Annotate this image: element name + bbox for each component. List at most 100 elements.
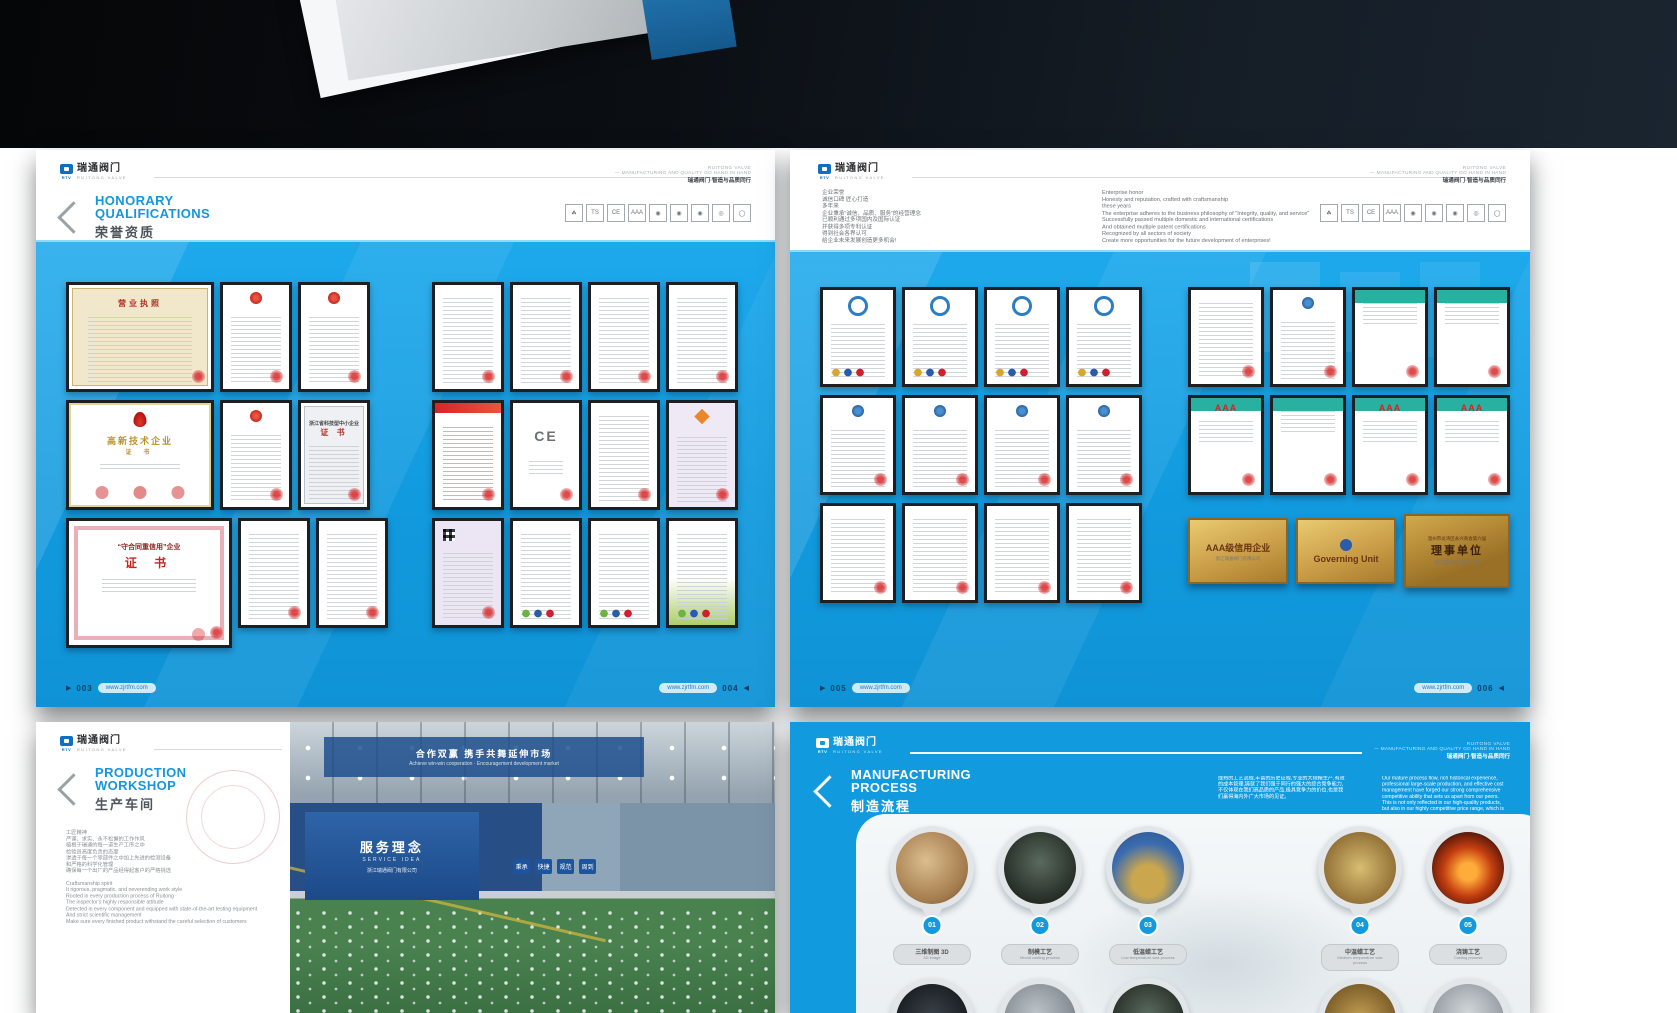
certificate	[984, 503, 1060, 603]
certificate-text-lines	[231, 432, 281, 502]
page-title: PRODUCTION WORKSHOP 生产车间	[62, 766, 186, 813]
chevron-left-icon	[57, 773, 90, 806]
process-photo-frame: 05	[1426, 826, 1510, 910]
gold-plaque: 温州市龙湾区永兴商会第六届 理事单位 浙江瑞通阀门有限公司	[1404, 514, 1510, 588]
craftsmanship-text-en: Craftsmanship spiritIt rigorous, pragmat…	[66, 881, 257, 926]
certificate	[588, 518, 660, 628]
arrow-right-icon: ▶	[66, 684, 71, 692]
service-idea-booth: 服务理念 SERVICE IDEA 浙江瑞通阀门有限公司	[305, 812, 480, 899]
header-rule	[154, 749, 282, 750]
certificate-text-lines	[1363, 300, 1416, 326]
step-caption: 三维制图 3D 3D image	[893, 944, 971, 965]
certificate	[902, 503, 978, 603]
step-caption: 中温蜡工艺 Medium temperature wax process	[1321, 944, 1399, 971]
process-step: 01 三维制图 3D 3D image	[890, 826, 974, 971]
certificate-text-lines	[443, 424, 493, 502]
certification-icon: ◎	[712, 204, 730, 222]
certificate-text-lines	[1077, 427, 1130, 487]
certificate	[510, 282, 582, 392]
brand-logo-icon: RTV	[60, 736, 73, 752]
certificate	[298, 282, 370, 392]
certificate-grid-left: 营业执照	[66, 282, 388, 648]
page-title: MANUFACTURING PROCESS 制造流程	[818, 768, 971, 815]
certificate-text-lines	[677, 531, 727, 620]
process-photo	[1324, 984, 1396, 1013]
certificate: 高新技术企业 证 书	[66, 400, 214, 510]
brand-name-cn: 瑞通阀门	[77, 164, 127, 174]
process-intro-en: Our mature process flow, rich historical…	[1382, 776, 1508, 812]
certificate	[220, 282, 292, 392]
certificate	[984, 287, 1060, 387]
certificate-text-lines	[1281, 319, 1334, 379]
certification-icon: ☘	[565, 204, 583, 222]
certificate-text-lines	[1445, 418, 1498, 444]
process-photo	[1004, 984, 1076, 1013]
process-step: 02 制模工艺 Mould casting process	[998, 826, 1082, 971]
certificate-grid-left	[820, 287, 1142, 603]
page-number: 005	[830, 684, 846, 693]
process-photo-frame	[1426, 978, 1510, 1013]
website-url: www.zjrtfm.com	[1414, 683, 1472, 693]
certificate-wall: AAA AAA	[790, 250, 1530, 707]
certificate	[820, 287, 896, 387]
enterprise-honor-intro-en: Enterprise honorHonesty and reputation, …	[1102, 190, 1309, 244]
step-number-badge: 03	[1138, 915, 1159, 936]
step-caption: 制模工艺 Mould casting process	[1001, 944, 1079, 965]
certificate-wall: 营业执照	[36, 240, 775, 707]
certificate	[1434, 287, 1510, 387]
workshop-banner: 合作双赢 携手共舞延伸市场 Achieve win-win cooperatio…	[324, 737, 644, 778]
process-photo	[896, 984, 968, 1013]
process-step	[998, 978, 1082, 1013]
certificate	[1066, 503, 1142, 603]
certificate-text-lines	[521, 531, 571, 620]
certificate-text-lines	[309, 443, 359, 502]
certificate	[902, 287, 978, 387]
company-name: 浙江瑞通阀门有限公司	[367, 867, 417, 874]
certificate-text-lines	[913, 427, 966, 487]
certificate	[666, 282, 738, 392]
certification-icon: ◯	[1488, 204, 1506, 222]
certification-icon: ◉	[670, 204, 688, 222]
process-photo	[1432, 984, 1504, 1013]
certificate-text-lines	[102, 576, 196, 592]
certificate-text-lines	[100, 461, 180, 471]
certification-icon: ◎	[1467, 204, 1485, 222]
certification-icon: TS	[586, 204, 604, 222]
certificate: 浙江省科技型中小企业 证 书	[298, 400, 370, 510]
page-footer-left: ▶ 005 www.zjrtfm.com	[820, 683, 910, 693]
certification-icon: ◉	[649, 204, 667, 222]
website-url: www.zjrtfm.com	[852, 683, 910, 693]
certificate	[220, 400, 292, 510]
process-step: 05 浇铸工艺 Casting process	[1426, 826, 1510, 971]
process-step: 03 低温蜡工艺 Low temperature wax process	[1106, 826, 1190, 971]
certification-icon: ◉	[1404, 204, 1422, 222]
certificate	[238, 518, 310, 628]
certificate-text-lines	[995, 321, 1048, 379]
certificate-text-lines	[88, 314, 193, 384]
certificate	[588, 400, 660, 510]
certificate-text-lines	[1445, 300, 1498, 326]
step-number-badge: 05	[1458, 915, 1479, 936]
certificate	[902, 395, 978, 495]
mockup-blue-cover	[633, 0, 736, 60]
process-photo-frame: 03	[1106, 826, 1190, 910]
certificate-text-lines	[831, 516, 884, 595]
page-footer-right: www.zjrtfm.com 004 ◀	[659, 683, 749, 693]
process-photo	[1432, 832, 1504, 904]
process-steps-row2	[890, 978, 1530, 1013]
header-rule	[910, 752, 1362, 754]
certificate-text-lines	[443, 295, 493, 384]
certificate: CE	[510, 400, 582, 510]
mockup-card	[320, 0, 675, 81]
process-steps-row: 01 三维制图 3D 3D image 02 制模工艺 Mould castin…	[890, 826, 1530, 971]
step-number-badge: 01	[922, 915, 943, 936]
brand-name-en: RUITONG VALVE	[77, 175, 127, 180]
header-corner-text: RUITONG VALVE MANUFACTURING AND QUALITY …	[1370, 166, 1506, 184]
certificate-text-lines	[521, 295, 571, 384]
certificate: AAA	[1352, 395, 1428, 495]
workshop-sign: 快捷	[535, 859, 552, 874]
brand-logo-icon: RTV	[60, 164, 73, 180]
certificate	[1066, 395, 1142, 495]
certificate-text-lines	[677, 434, 727, 502]
process-step	[1318, 978, 1402, 1013]
